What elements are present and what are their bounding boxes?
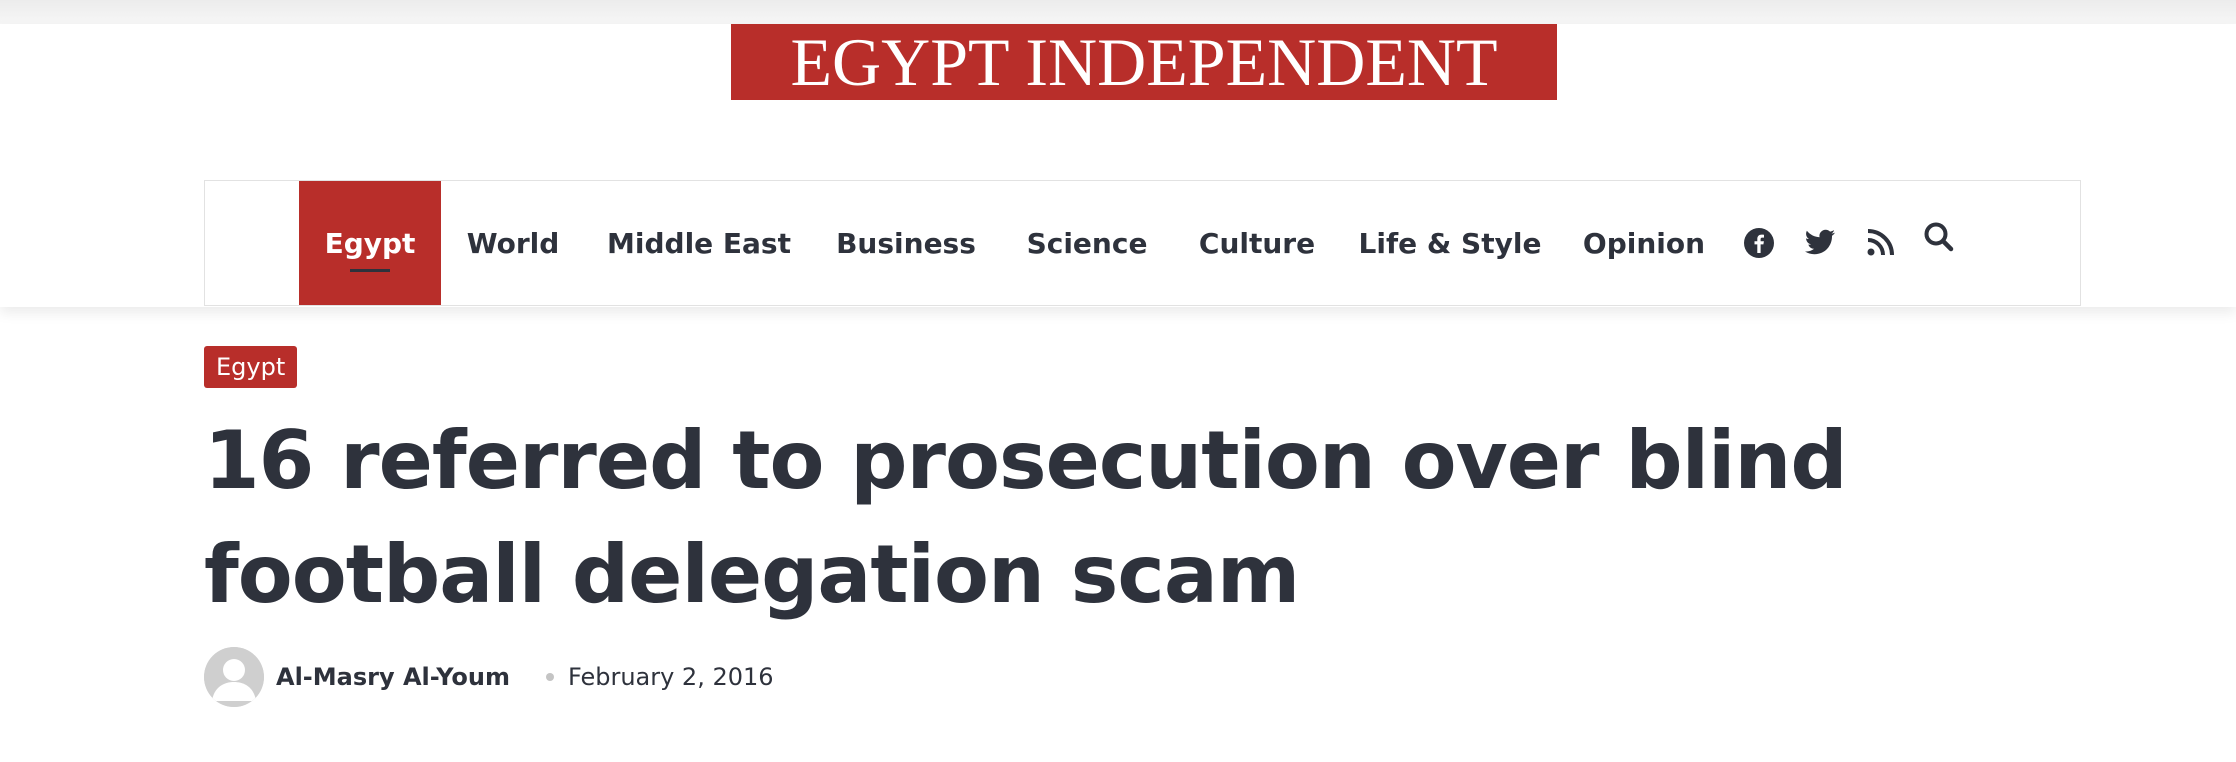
meta-separator-dot bbox=[545, 673, 554, 681]
facebook-icon[interactable] bbox=[1735, 219, 1783, 267]
nav-item-life-style[interactable]: Life & Style bbox=[1339, 181, 1561, 305]
nav-item-label: Opinion bbox=[1582, 226, 1706, 260]
nav-item-label: World bbox=[466, 226, 560, 260]
publish-date: February 2, 2016 bbox=[567, 663, 774, 691]
nav-item-label: Egypt bbox=[324, 226, 416, 260]
author-name[interactable]: Al-Masry Al-Youm bbox=[276, 663, 510, 691]
nav-item-label: Culture bbox=[1198, 226, 1316, 260]
nav-item-world[interactable]: World bbox=[441, 181, 585, 305]
nav-item-opinion[interactable]: Opinion bbox=[1561, 181, 1727, 305]
nav-item-business[interactable]: Business bbox=[813, 181, 999, 305]
nav-item-label: Science bbox=[1026, 226, 1148, 260]
main-nav: Egypt World Middle East Business Science… bbox=[204, 180, 2081, 306]
nav-item-egypt[interactable]: Egypt bbox=[299, 181, 441, 305]
nav-item-label: Middle East bbox=[607, 226, 791, 260]
nav-item-middle-east[interactable]: Middle East bbox=[585, 181, 813, 305]
article-meta: Al-Masry Al-Youm February 2, 2016 bbox=[204, 647, 774, 707]
logo-text: EGYPT INDEPENDENT bbox=[790, 24, 1498, 100]
active-underline bbox=[350, 269, 390, 272]
site-header: EGYPT INDEPENDENT Egypt World Middle Eas… bbox=[0, 24, 2236, 307]
top-strip bbox=[0, 0, 2236, 25]
author-avatar[interactable] bbox=[204, 647, 264, 707]
nav-item-label: Business bbox=[836, 226, 976, 260]
article-title: 16 referred to prosecution over blind fo… bbox=[204, 414, 1848, 621]
search-icon[interactable] bbox=[1915, 213, 1963, 261]
category-badge[interactable]: Egypt bbox=[204, 346, 298, 388]
twitter-icon[interactable] bbox=[1796, 219, 1844, 267]
rss-icon[interactable] bbox=[1856, 219, 1904, 267]
nav-item-science[interactable]: Science bbox=[999, 181, 1175, 305]
site-logo[interactable]: EGYPT INDEPENDENT bbox=[731, 24, 1557, 100]
nav-item-label: Life & Style bbox=[1358, 226, 1542, 260]
nav-item-culture[interactable]: Culture bbox=[1175, 181, 1339, 305]
